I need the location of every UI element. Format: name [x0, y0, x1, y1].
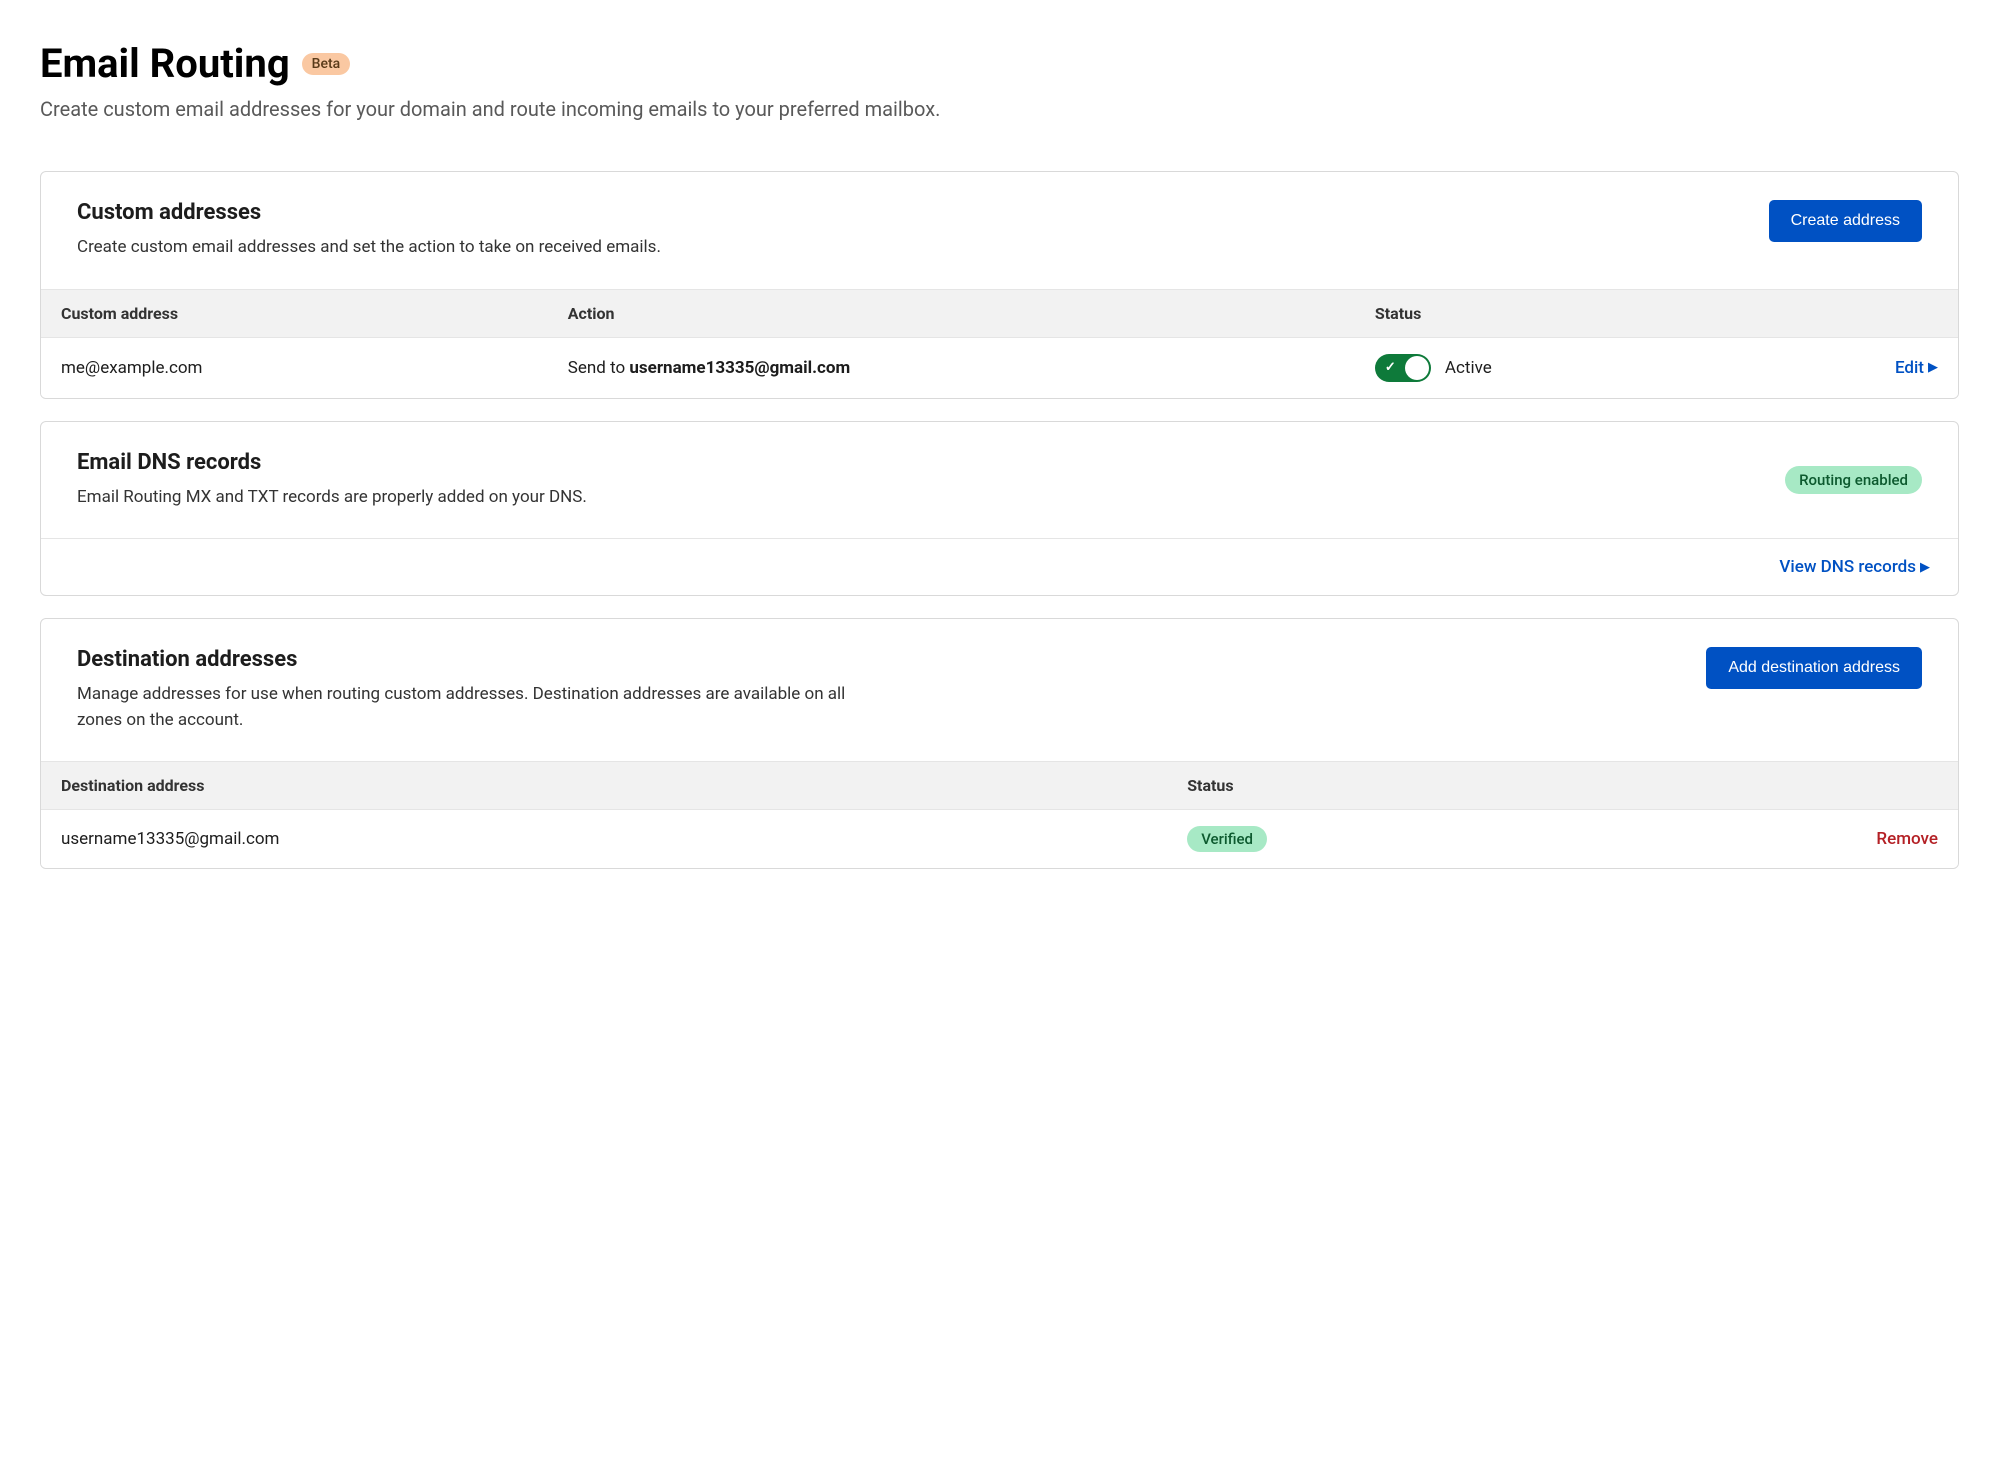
dns-header-wrap: Email DNS records Email Routing MX and T…	[77, 450, 1922, 511]
dns-desc: Email Routing MX and TXT records are pro…	[77, 485, 857, 511]
status-label: Active	[1445, 358, 1492, 378]
col-custom-address: Custom address	[61, 304, 568, 323]
dest-status-cell: Verified	[1187, 826, 1713, 852]
col-dest-address: Destination address	[61, 776, 1187, 795]
dest-desc: Manage addresses for use when routing cu…	[77, 682, 857, 733]
custom-address-row: me@example.com Send to username13335@gma…	[41, 338, 1958, 398]
action-email: username13335@gmail.com	[629, 358, 850, 378]
custom-title: Custom addresses	[77, 200, 1739, 225]
col-dest-status: Status	[1187, 776, 1713, 795]
title-row: Email Routing Beta	[40, 40, 1959, 87]
action-prefix: Send to	[568, 358, 630, 378]
dns-card-footer: View DNS records ▶	[41, 538, 1958, 595]
custom-address-value: me@example.com	[61, 358, 568, 378]
caret-right-icon: ▶	[1920, 560, 1930, 575]
edit-link[interactable]: Edit ▶	[1895, 358, 1938, 378]
status-toggle[interactable]: ✓	[1375, 354, 1431, 382]
view-dns-label: View DNS records	[1779, 557, 1916, 577]
dns-records-card: Email DNS records Email Routing MX and T…	[40, 421, 1959, 597]
col-edit-spacer	[1788, 304, 1938, 323]
dest-table-header: Destination address Status	[41, 761, 1958, 810]
custom-card-header: Custom addresses Create custom email add…	[41, 172, 1958, 289]
beta-badge: Beta	[302, 53, 351, 75]
add-destination-button[interactable]: Add destination address	[1706, 647, 1922, 689]
dest-title: Destination addresses	[77, 647, 1676, 672]
toggle-knob	[1405, 356, 1429, 380]
routing-enabled-badge: Routing enabled	[1785, 466, 1922, 494]
dest-remove-cell: Remove	[1713, 829, 1938, 849]
custom-desc: Create custom email addresses and set th…	[77, 235, 857, 261]
remove-link[interactable]: Remove	[1876, 829, 1938, 849]
custom-header-text: Custom addresses Create custom email add…	[77, 200, 1739, 261]
col-action: Action	[568, 304, 1375, 323]
dns-title: Email DNS records	[77, 450, 1785, 475]
col-remove-spacer	[1713, 776, 1938, 795]
destination-row: username13335@gmail.com Verified Remove	[41, 810, 1958, 868]
page-subtitle: Create custom email addresses for your d…	[40, 97, 1959, 121]
view-dns-records-link[interactable]: View DNS records ▶	[1779, 557, 1930, 577]
dest-header-text: Destination addresses Manage addresses f…	[77, 647, 1676, 733]
create-address-button[interactable]: Create address	[1769, 200, 1922, 242]
custom-status-cell: ✓ Active	[1375, 354, 1788, 382]
custom-addresses-card: Custom addresses Create custom email add…	[40, 171, 1959, 399]
caret-right-icon: ▶	[1928, 360, 1938, 375]
verified-badge: Verified	[1187, 826, 1267, 852]
custom-table-header: Custom address Action Status	[41, 289, 1958, 338]
page-title: Email Routing	[40, 40, 290, 87]
dns-header-text: Email DNS records Email Routing MX and T…	[77, 450, 1785, 511]
destination-addresses-card: Destination addresses Manage addresses f…	[40, 618, 1959, 869]
edit-label: Edit	[1895, 358, 1924, 378]
col-status: Status	[1375, 304, 1788, 323]
custom-edit-cell: Edit ▶	[1788, 358, 1938, 378]
dest-card-header: Destination addresses Manage addresses f…	[41, 619, 1958, 761]
page-header: Email Routing Beta Create custom email a…	[40, 40, 1959, 121]
dns-card-header: Email DNS records Email Routing MX and T…	[41, 422, 1958, 539]
custom-action-value: Send to username13335@gmail.com	[568, 358, 1375, 378]
check-icon: ✓	[1385, 360, 1396, 375]
dest-address-value: username13335@gmail.com	[61, 829, 1187, 849]
